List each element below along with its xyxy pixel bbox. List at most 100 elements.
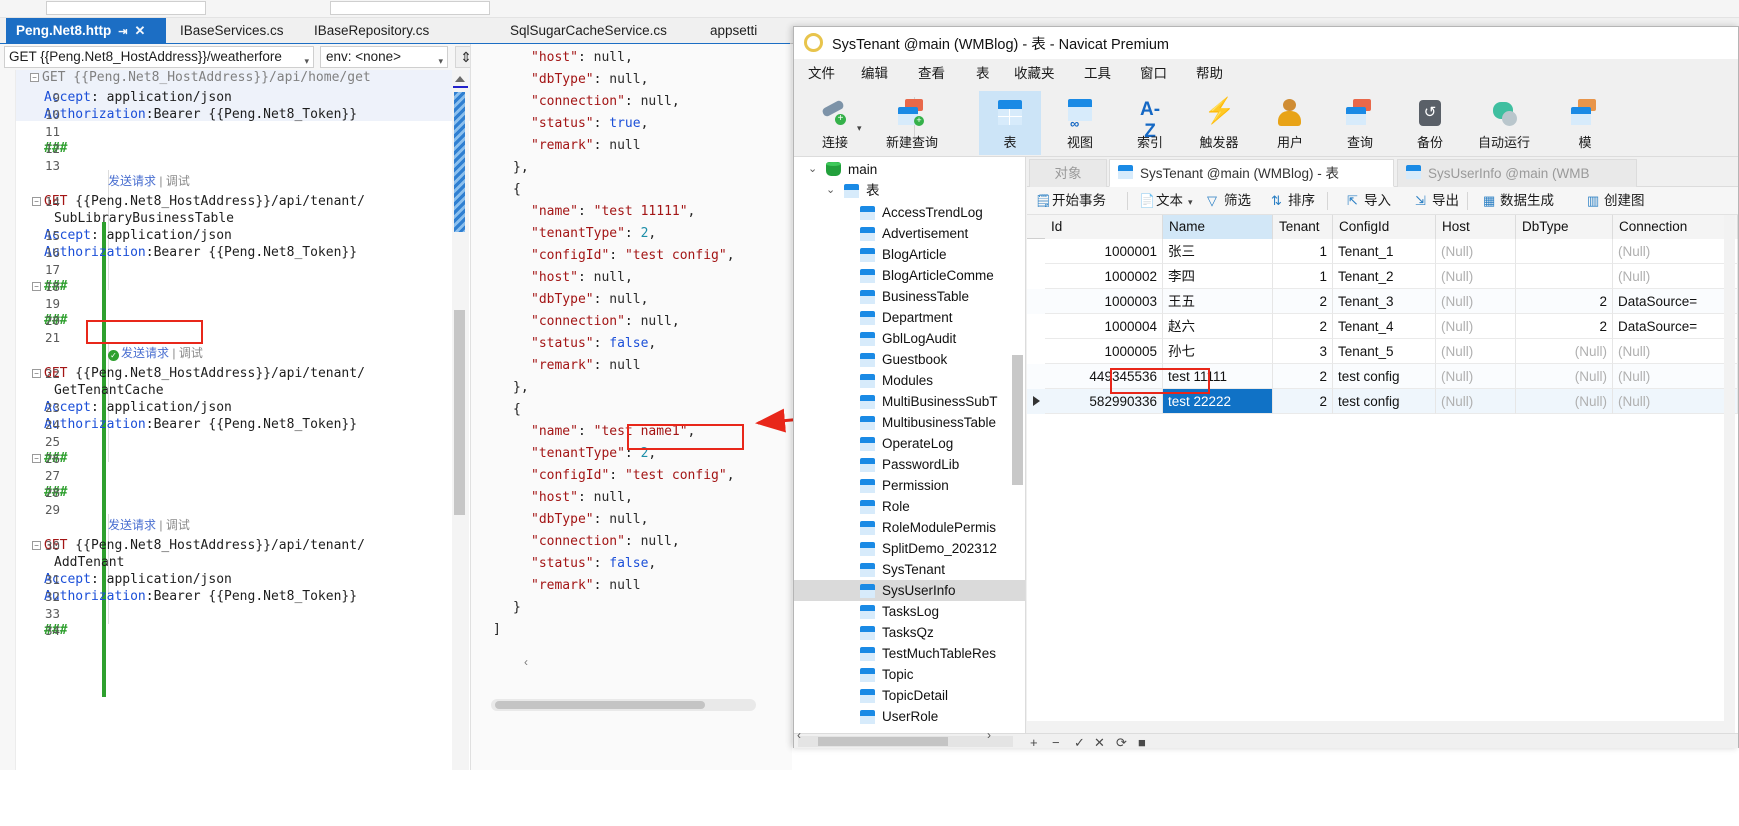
menu-item-4[interactable]: 收藏夹 xyxy=(1010,64,1059,84)
grid-toolbar-import[interactable]: ⇱ 导入 xyxy=(1347,190,1391,212)
grid-cell[interactable]: 1000004 xyxy=(1045,314,1163,339)
editor-tab-1[interactable]: IBaseServices.cs xyxy=(170,18,286,44)
grid-column-header-3[interactable]: ConfigId xyxy=(1333,215,1436,239)
editor-tab-4[interactable]: appsetti xyxy=(700,18,770,44)
grid-cell[interactable]: (Null) xyxy=(1436,264,1516,289)
grid-cell[interactable]: 1000003 xyxy=(1045,289,1163,314)
toolbar-button-5[interactable]: ⚡ 触发器 xyxy=(1184,91,1254,155)
statusbar-button-5[interactable]: ■ xyxy=(1138,735,1146,750)
chevron-down-icon[interactable]: ⌄ xyxy=(826,180,835,201)
tree-item-6[interactable]: GblLogAudit xyxy=(794,328,1025,349)
json-horizontal-scrollbar[interactable] xyxy=(491,699,756,711)
grid-cell[interactable]: 1000002 xyxy=(1045,264,1163,289)
grid-column-header-4[interactable]: Host xyxy=(1436,215,1516,239)
grid-toolbar-create-chart[interactable]: ▥ 创建图 xyxy=(1587,190,1645,212)
menu-item-2[interactable]: 查看 xyxy=(914,64,949,84)
tree-item-3[interactable]: BlogArticleComme xyxy=(794,265,1025,286)
tree-item-12[interactable]: PasswordLib xyxy=(794,454,1025,475)
statusbar-button-4[interactable]: ⟳ xyxy=(1116,735,1127,751)
object-tab-2[interactable]: SysUserInfo @main (WMB xyxy=(1397,159,1637,187)
grid-cell[interactable]: 李四 xyxy=(1163,264,1273,289)
tree-item-16[interactable]: SplitDemo_202312 xyxy=(794,538,1025,559)
tree-item-23[interactable]: TopicDetail xyxy=(794,685,1025,706)
grid-cell[interactable]: 王五 xyxy=(1163,289,1273,314)
menu-item-6[interactable]: 窗口 xyxy=(1136,64,1171,84)
scrollbar-thumb[interactable] xyxy=(495,701,705,709)
grid-cell[interactable]: (Null) xyxy=(1516,364,1613,389)
object-tab-0[interactable]: 对象 xyxy=(1029,159,1107,187)
grid-cell[interactable]: test config xyxy=(1333,364,1436,389)
table-row[interactable]: 1000004 赵六 2 Tenant_4 (Null) 2 DataSource= xyxy=(1027,314,1738,339)
chevron-down-icon[interactable]: ▾ xyxy=(1188,197,1193,207)
debug-link[interactable]: 调试 xyxy=(166,518,190,532)
tree-item-22[interactable]: Topic xyxy=(794,664,1025,685)
editor-tab-3[interactable]: SqlSugarCacheService.cs xyxy=(500,18,686,44)
request-selector[interactable]: GET {{Peng.Net8_HostAddress}}/weatherfor… xyxy=(4,46,314,68)
tree-item-11[interactable]: OperateLog xyxy=(794,433,1025,454)
toolbar-button-0[interactable]: + 连接 xyxy=(804,91,866,155)
hscroll-left-icon[interactable]: ‹ xyxy=(797,728,801,742)
send-request-link[interactable]: 发送请求 xyxy=(108,518,156,532)
object-tab-1[interactable]: SysTenant @main (WMBlog) - 表 xyxy=(1109,159,1394,187)
menu-item-5[interactable]: 工具 xyxy=(1080,64,1115,84)
tree-item-13[interactable]: Permission xyxy=(794,475,1025,496)
debug-link[interactable]: 调试 xyxy=(166,174,190,188)
hscroll-right-icon[interactable]: › xyxy=(987,728,991,742)
grid-column-header-0[interactable]: Id xyxy=(1045,215,1163,239)
statusbar-button-0[interactable]: + xyxy=(1030,735,1038,750)
grid-cell[interactable] xyxy=(1516,239,1613,264)
grid-cell[interactable]: 2 xyxy=(1273,289,1333,314)
grid-cell[interactable]: Tenant_4 xyxy=(1333,314,1436,339)
tree-item-7[interactable]: Guestbook xyxy=(794,349,1025,370)
environment-selector[interactable]: env: <none> ▾ xyxy=(320,46,448,68)
scroll-left-icon[interactable]: ‹ xyxy=(524,655,528,669)
grid-toolbar-data-generate[interactable]: ▦ 数据生成 xyxy=(1483,190,1554,212)
tree-item-10[interactable]: MultibusinessTable xyxy=(794,412,1025,433)
grid-cell[interactable]: (Null) xyxy=(1516,389,1613,414)
tree-item-0[interactable]: AccessTrendLog xyxy=(794,202,1025,223)
toolbar-button-10[interactable]: 模 xyxy=(1554,91,1616,155)
tree-item-8[interactable]: Modules xyxy=(794,370,1025,391)
grid-cell[interactable]: 1 xyxy=(1273,264,1333,289)
tree-item-4[interactable]: BusinessTable xyxy=(794,286,1025,307)
grid-cell[interactable]: (Null) xyxy=(1613,264,1738,289)
grid-toolbar-sort[interactable]: ⇅ 排序 xyxy=(1271,190,1315,212)
send-request-link[interactable]: 发送请求 xyxy=(108,174,156,188)
tree-item-20[interactable]: TasksQz xyxy=(794,622,1025,643)
debug-link[interactable]: 调试 xyxy=(179,346,203,360)
navicat-object-tree[interactable]: ⌄ main ⌄ 表 AccessTrendLog Advertisement BlogAr… xyxy=(794,157,1026,733)
editor-tab-0[interactable]: Peng.Net8.http ⇥ ✕ xyxy=(6,18,166,44)
send-request-link[interactable]: 发送请求 xyxy=(121,346,169,360)
grid-cell[interactable]: (Null) xyxy=(1516,339,1613,364)
tree-item-17[interactable]: SysTenant xyxy=(794,559,1025,580)
grid-cell[interactable]: 3 xyxy=(1273,339,1333,364)
grid-cell[interactable]: Tenant_3 xyxy=(1333,289,1436,314)
grid-cell[interactable]: (Null) xyxy=(1613,339,1738,364)
grid-cell[interactable]: DataSource= xyxy=(1613,314,1738,339)
grid-toolbar-filter[interactable]: ▽ 筛选 xyxy=(1207,190,1251,212)
table-row[interactable]: 1000005 孙七 3 Tenant_5 (Null) (Null) (Null) xyxy=(1027,339,1738,364)
grid-cell[interactable]: 1000001 xyxy=(1045,239,1163,264)
grid-cell[interactable]: 2 xyxy=(1273,389,1333,414)
grid-cell[interactable]: 1 xyxy=(1273,239,1333,264)
tree-item-18[interactable]: SysUserInfo xyxy=(794,580,1025,601)
tree-item-5[interactable]: Department xyxy=(794,307,1025,328)
tree-item-24[interactable]: UserRole xyxy=(794,706,1025,727)
toolbar-button-8[interactable]: ↺ 备份 xyxy=(1399,91,1461,155)
grid-cell[interactable]: (Null) xyxy=(1613,364,1738,389)
tree-item-14[interactable]: Role xyxy=(794,496,1025,517)
toolbar-button-4[interactable]: A-Z 索引 xyxy=(1119,91,1181,155)
editor-vertical-scrollbar[interactable] xyxy=(452,70,469,770)
grid-column-header-2[interactable]: Tenant xyxy=(1273,215,1333,239)
navicat-data-grid[interactable]: Id Name Tenant ConfigId Host DbType Connection… xyxy=(1027,215,1738,733)
tree-item-19[interactable]: TasksLog xyxy=(794,601,1025,622)
toolbar-button-1[interactable]: + 新建查询 xyxy=(872,91,952,155)
menu-item-1[interactable]: 编辑 xyxy=(857,64,892,84)
grid-cell[interactable]: Tenant_5 xyxy=(1333,339,1436,364)
toolbar-button-2[interactable]: 表 xyxy=(979,91,1041,155)
table-row[interactable]: 1000002 李四 1 Tenant_2 (Null) (Null) xyxy=(1027,264,1738,289)
tree-node-tables-folder[interactable]: ⌄ 表 xyxy=(794,180,1025,201)
grid-cell[interactable]: (Null) xyxy=(1436,389,1516,414)
grid-cell[interactable]: Tenant_2 xyxy=(1333,264,1436,289)
grid-cell[interactable]: 孙七 xyxy=(1163,339,1273,364)
